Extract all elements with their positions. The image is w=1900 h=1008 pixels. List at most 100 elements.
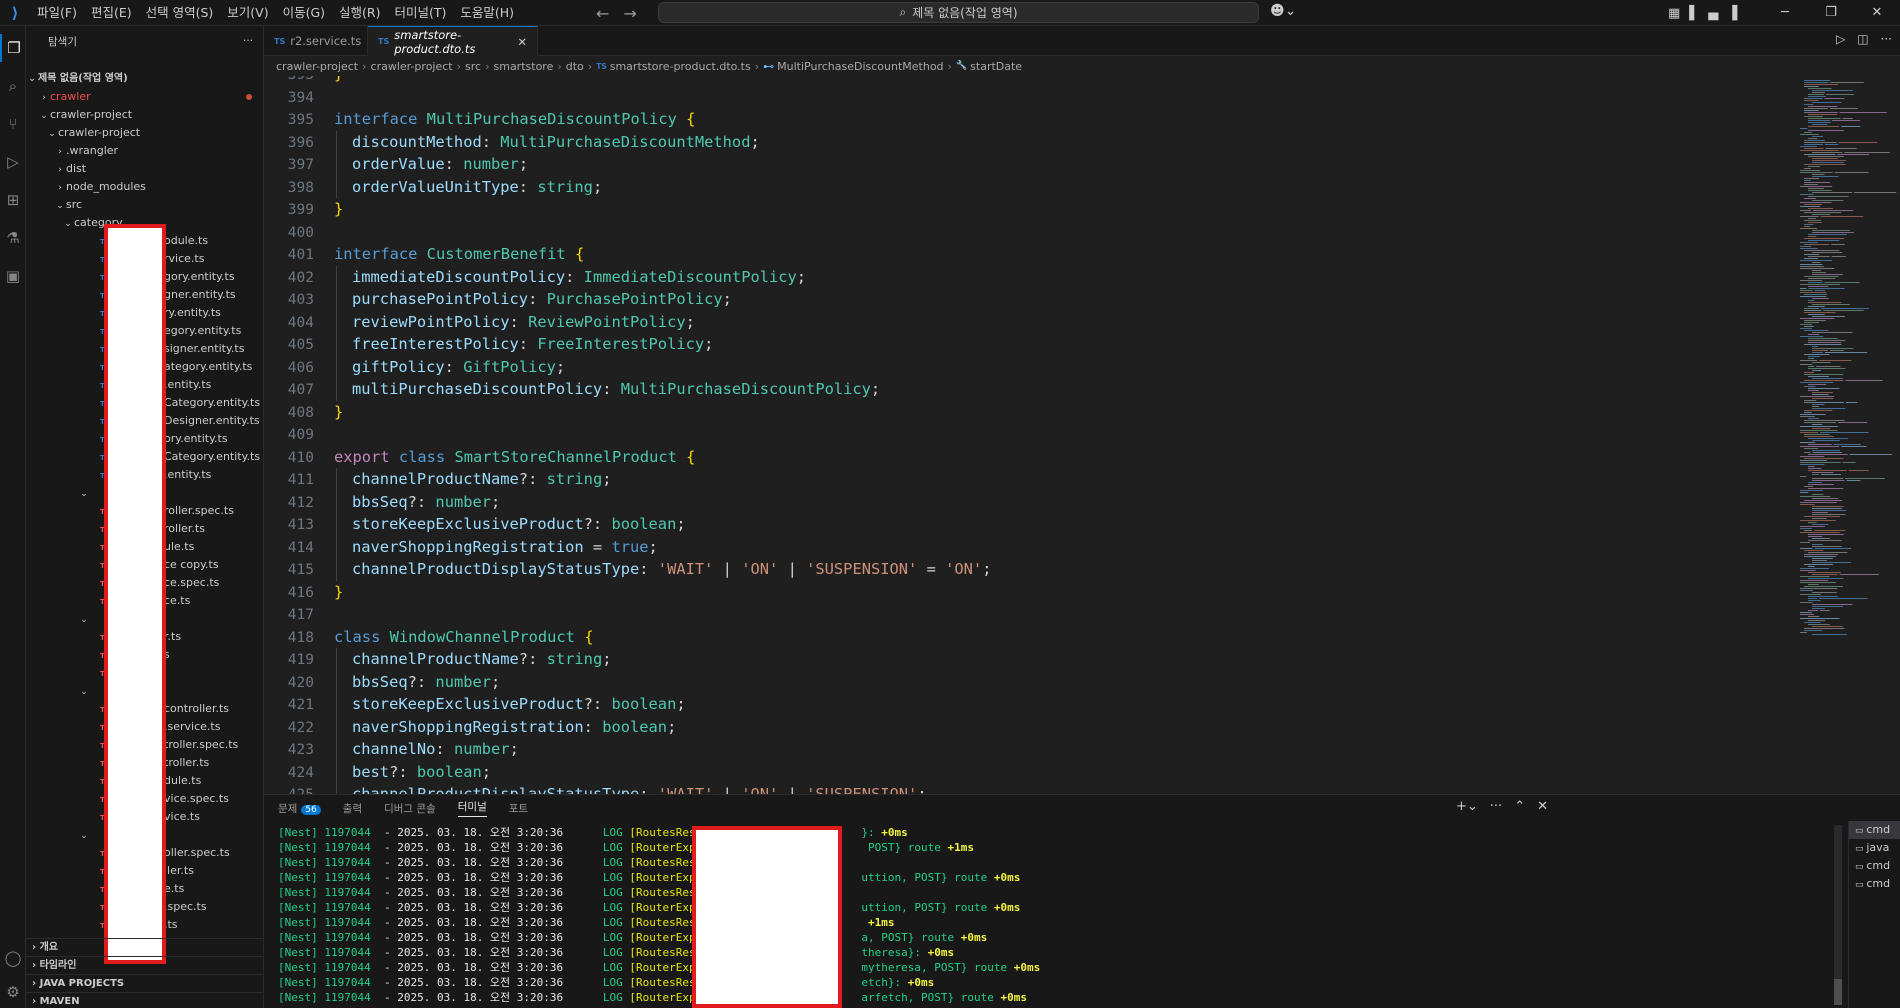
run-debug-icon[interactable]: ▷ <box>0 148 26 176</box>
breadcrumb-item[interactable]: smartstore-product.dto.ts <box>610 60 751 73</box>
tab-output[interactable]: 출력 <box>343 801 362 816</box>
testing-icon[interactable]: ⚗ <box>0 224 26 252</box>
section-java-projects[interactable]: › JAVA PROJECTS <box>26 974 263 992</box>
run-icon[interactable]: ▷ <box>1836 32 1845 46</box>
terminal-segment: 2025. 03. 18. 오전 3:20:36 <box>397 826 564 839</box>
breadcrumb-item[interactable]: smartstore <box>494 60 554 73</box>
terminal-output[interactable]: [Nest] 1197044 - 2025. 03. 18. 오전 3:20:3… <box>278 825 1458 1008</box>
menu-item[interactable]: 도움말(H) <box>453 0 521 26</box>
minimap-line <box>1845 402 1858 403</box>
breadcrumb-item[interactable]: dto <box>566 60 584 73</box>
menu-item[interactable]: 보기(V) <box>220 0 275 26</box>
minimap-line <box>1808 222 1822 223</box>
maximize-panel-icon[interactable]: ⌃ <box>1514 799 1525 814</box>
minimize-icon[interactable]: ─ <box>1762 0 1808 26</box>
more-actions-icon[interactable]: ··· <box>1881 32 1892 46</box>
tree-folder[interactable]: › .wrangler <box>26 142 263 160</box>
code-editor[interactable]: 393} 394 395 interface MultiPurchaseDiscoun… <box>264 76 1784 794</box>
section-maven[interactable]: › MAVEN <box>26 992 263 1008</box>
terminal-scrollbar[interactable] <box>1834 825 1842 1005</box>
command-center[interactable]: ⌕ 제목 없음(작업 영역) <box>658 2 1259 23</box>
tree-folder[interactable]: › crawler <box>26 88 263 106</box>
menu-item[interactable]: 터미널(T) <box>388 0 454 26</box>
menu-item[interactable]: 편집(E) <box>84 0 139 26</box>
minimap-line <box>1812 214 1831 215</box>
section-outline[interactable]: › 개요 <box>26 938 263 956</box>
tab-r2-service[interactable]: TS r2.service.ts <box>264 26 368 56</box>
close-window-icon[interactable]: ✕ <box>1854 0 1900 26</box>
breadcrumb-item[interactable]: MultiPurchaseDiscountMethod <box>777 60 943 73</box>
tree-folder[interactable]: ⌄ crawler-project <box>26 124 263 142</box>
scrollbar-thumb[interactable] <box>1834 979 1842 1005</box>
code-text: freeInterestPolicy: FreeInterestPolicy; <box>352 333 713 356</box>
toggle-sidebar-icon[interactable]: ▌ <box>1689 6 1699 21</box>
search-icon[interactable]: ⌕ <box>0 72 26 100</box>
code-line: 420 bbsSeq?: number; <box>264 670 1784 693</box>
terminal-instance[interactable]: ▭ cmd <box>1849 857 1900 875</box>
section-timeline[interactable]: › 타임라인 <box>26 956 263 974</box>
indent-guide <box>336 355 337 378</box>
code-token: = <box>583 537 612 556</box>
line-number: 406 <box>287 359 314 376</box>
forward-arrow-icon[interactable]: → <box>623 4 636 23</box>
terminal-instance[interactable]: ▭ java <box>1849 839 1900 857</box>
minimap-line <box>1812 634 1848 635</box>
minimap-line <box>1812 274 1843 275</box>
tab-smartstore-product-dto[interactable]: TS smartstore-product.dto.ts ✕ <box>368 26 538 56</box>
explorer-header: 탐색기 ··· <box>26 26 263 56</box>
tree-folder[interactable]: ⌄ crawler-project <box>26 106 263 124</box>
terminal-segment: [Nest] 1197044 <box>278 946 371 959</box>
menu-item[interactable]: 이동(G) <box>276 0 332 26</box>
menu-item[interactable]: 파일(F) <box>30 0 84 26</box>
tree-file-label: ller.ts <box>164 864 194 877</box>
more-actions-icon[interactable]: ··· <box>1490 799 1502 814</box>
tab-debug-console[interactable]: 디버그 콘솔 <box>384 801 436 816</box>
close-tab-icon[interactable]: ✕ <box>517 35 527 49</box>
back-arrow-icon[interactable]: ← <box>596 4 609 23</box>
menu-item[interactable]: 선택 영역(S) <box>139 0 221 26</box>
tree-folder[interactable]: ⌄ src <box>26 196 263 214</box>
toggle-secondary-sidebar-icon[interactable]: ▐ <box>1727 6 1737 21</box>
toggle-panel-icon[interactable]: ▄ <box>1708 6 1718 21</box>
terminal-instance[interactable]: ▭ cmd <box>1849 875 1900 893</box>
tree-folder[interactable]: › dist <box>26 160 263 178</box>
breadcrumb-item[interactable]: src <box>465 60 481 73</box>
tab-terminal[interactable]: 터미널 <box>457 799 487 817</box>
minimap-line <box>1804 550 1824 551</box>
minimap-line <box>1804 238 1845 239</box>
tab-ports[interactable]: 포트 <box>509 801 528 816</box>
breadcrumb-item[interactable]: crawler-project <box>371 60 453 73</box>
more-actions-icon[interactable]: ··· <box>243 35 253 47</box>
terminal-route: POST} route <box>861 841 948 854</box>
terminal-instance[interactable]: ▭ cmd <box>1849 821 1900 839</box>
breadcrumb-item[interactable]: crawler-project <box>276 60 358 73</box>
accounts-icon[interactable]: ◯ <box>0 944 26 972</box>
tree-folder-label: node_modules <box>66 180 146 193</box>
minimap-line <box>1812 304 1851 305</box>
minimap-line <box>1800 242 1818 243</box>
minimap-line <box>1800 228 1817 229</box>
line-number: 412 <box>287 494 314 511</box>
remote-explorer-icon[interactable]: ▣ <box>0 262 26 290</box>
source-control-icon[interactable]: ⑂ <box>0 110 26 138</box>
close-panel-icon[interactable]: ✕ <box>1537 799 1548 814</box>
workspace-root[interactable]: ⌄ 제목 없음(작업 영역) <box>26 70 263 88</box>
new-terminal-icon[interactable]: +⌄ <box>1456 799 1478 814</box>
minimap-line <box>1800 414 1826 415</box>
explorer-icon[interactable]: ❐ <box>0 34 26 62</box>
minimap-line <box>1812 378 1843 379</box>
settings-gear-icon[interactable]: ⚙ <box>0 978 26 1006</box>
restore-icon[interactable]: ❐ <box>1808 0 1854 26</box>
copilot-icon[interactable]: ☻⌄ <box>1270 3 1296 19</box>
split-editor-icon[interactable]: ◫ <box>1857 32 1868 46</box>
minimap-line <box>1804 84 1839 85</box>
menu-item[interactable]: 실행(R) <box>332 0 387 26</box>
breadcrumb-item[interactable]: startDate <box>970 60 1022 73</box>
line-number: 407 <box>287 382 314 398</box>
customize-layout-icon[interactable]: ▦ <box>1668 6 1680 21</box>
minimap-line <box>1808 114 1838 115</box>
tree-folder[interactable]: › node_modules <box>26 178 263 196</box>
minimap[interactable] <box>1784 76 1900 794</box>
tab-problems[interactable]: 문제 56 <box>278 801 321 816</box>
extensions-icon[interactable]: ⊞ <box>0 186 26 214</box>
